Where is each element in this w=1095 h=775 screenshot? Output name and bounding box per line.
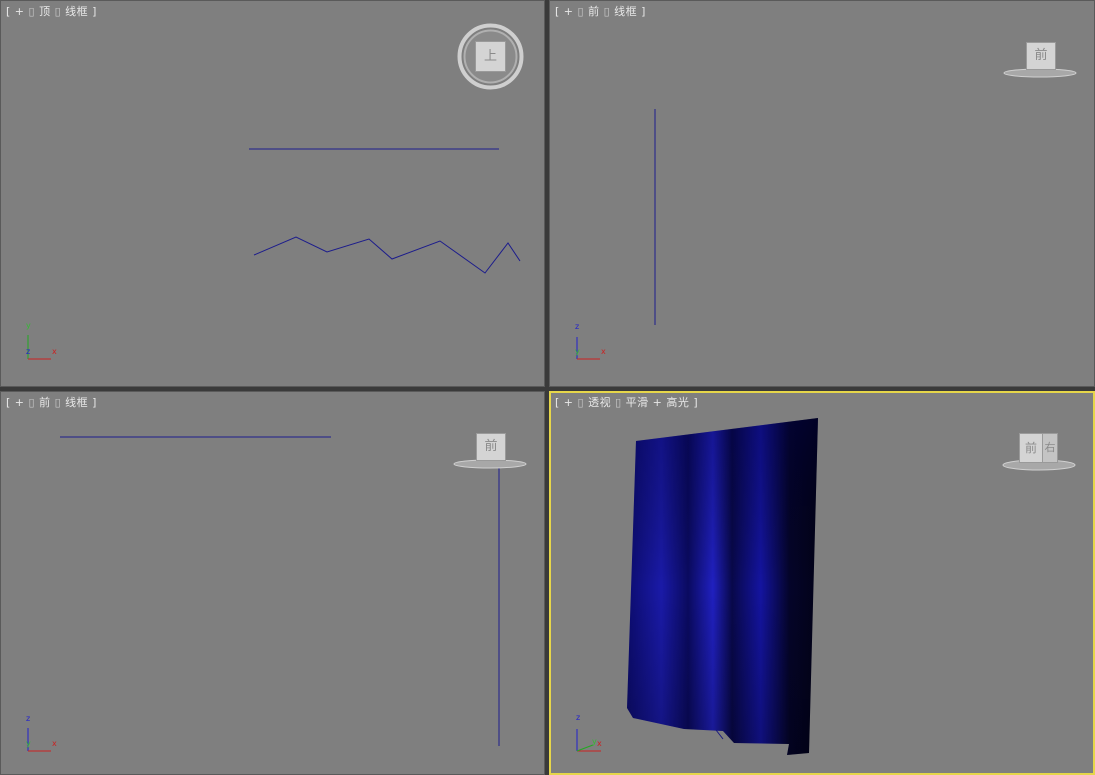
wave-spline[interactable]: [253, 236, 521, 274]
viewcube-face-front[interactable]: 前: [476, 433, 506, 461]
axis-x-label: x: [52, 347, 57, 356]
axis-y-label: y: [26, 739, 31, 748]
viewcube[interactable]: 上: [457, 23, 524, 90]
scene-perspective: [576, 418, 1076, 755]
axis-z-label: z: [575, 322, 580, 331]
viewcube-ring[interactable]: [1003, 68, 1077, 78]
curtain-shading: [627, 418, 818, 755]
viewcube[interactable]: 前 右: [1019, 433, 1059, 463]
viewport-top[interactable]: [ + ▯ 顶 ▯ 线框 ] 上 y z x: [0, 0, 545, 387]
viewcube-face-right[interactable]: 右: [1042, 433, 1058, 463]
viewcube-face-front[interactable]: 前: [1019, 433, 1043, 463]
axis-x-label: x: [597, 739, 602, 748]
axis-x-label: x: [52, 739, 57, 748]
axis-z-label: z: [26, 714, 31, 723]
axis-z-label: z: [576, 713, 581, 722]
viewport-front-bottom-left[interactable]: [ + ▯ 前 ▯ 线框 ] 前 z y x: [0, 391, 545, 775]
viewcube-face-top[interactable]: 上: [475, 41, 506, 72]
viewcube[interactable]: 前: [476, 433, 506, 461]
viewcube[interactable]: 前: [1026, 42, 1056, 70]
scene-front-bl: [27, 436, 527, 752]
axis-y-label: y: [575, 347, 580, 356]
viewport-front-top-right[interactable]: [ + ▯ 前 ▯ 线框 ] 前 z y x: [549, 0, 1095, 387]
viewport-perspective[interactable]: [ + ▯ 透视 ▯ 平滑 + 高光 ] 前 右 z y x: [549, 391, 1095, 775]
axis-x-label: x: [601, 347, 606, 356]
viewcube-ring[interactable]: [453, 459, 527, 469]
axis-y-label: y: [26, 321, 31, 330]
curtain-pivot: [715, 729, 724, 740]
viewcube-face-front[interactable]: 前: [1026, 42, 1056, 70]
axis-z-label: z: [26, 347, 31, 356]
scene-front-tr: [576, 68, 1077, 360]
